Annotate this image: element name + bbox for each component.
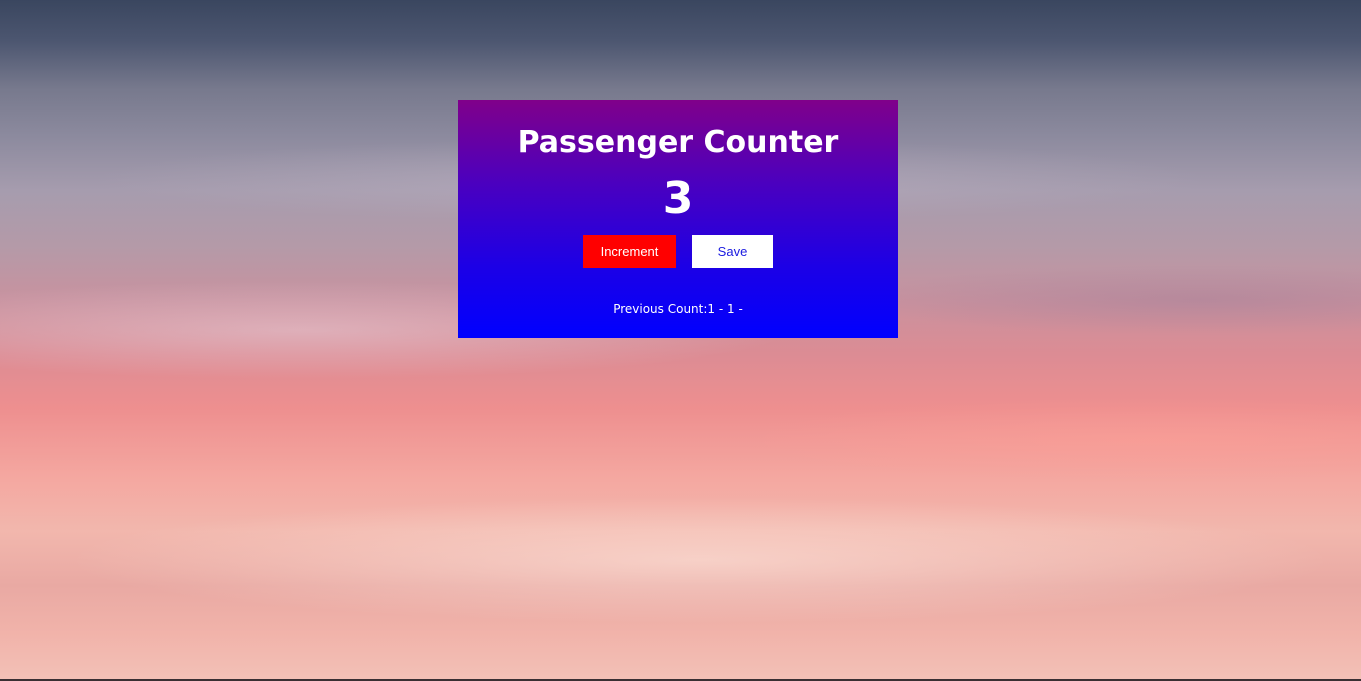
page-title: Passenger Counter: [517, 125, 839, 160]
previous-count-values: 1 - 1 -: [707, 302, 743, 316]
count-display: 3: [662, 173, 694, 224]
button-row: Increment Save: [458, 235, 898, 268]
counter-card: Passenger Counter 3 Increment Save Previ…: [458, 100, 898, 338]
increment-button[interactable]: Increment: [583, 235, 676, 268]
previous-count-entries: Previous Count:1 - 1 -: [458, 301, 898, 317]
save-button[interactable]: Save: [692, 235, 773, 268]
previous-count-label: Previous Count:: [613, 302, 708, 316]
